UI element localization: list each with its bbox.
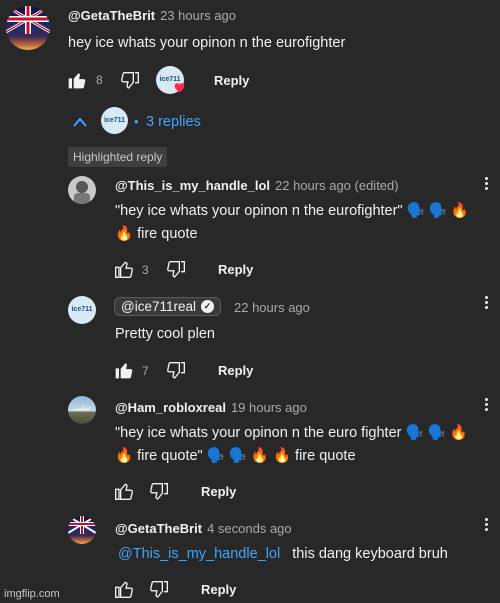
avatar-image — [72, 404, 92, 411]
reply-text: Pretty cool plen — [115, 326, 215, 342]
creator-handle-chip[interactable]: @ice711real ✓ — [114, 297, 221, 316]
avatar[interactable] — [68, 396, 96, 424]
reply-button[interactable]: Reply — [201, 582, 236, 597]
reply-text: this dang keyboard bruh — [292, 546, 448, 562]
replies-creator-avatar-label: ice711 — [103, 117, 126, 124]
reply-button[interactable]: Reply — [218, 262, 253, 277]
replies-creator-avatar: ice711 — [101, 107, 128, 134]
replies-dot: • — [134, 114, 139, 129]
reply-header: @Ham_robloxreal 19 hours ago — [115, 400, 307, 415]
comment-text: hey ice whats your opinon n the eurofigh… — [68, 35, 346, 51]
thumb-down-icon[interactable] — [149, 482, 169, 502]
thumb-down-icon[interactable] — [166, 260, 186, 280]
comment-author[interactable]: @GetaTheBrit — [68, 8, 155, 23]
reply-text-line: "hey ice whats your opinon n the eurofig… — [115, 203, 469, 219]
union-flag-image — [6, 6, 50, 34]
avatar-image — [74, 181, 90, 204]
reply-author[interactable]: @This_is_my_handle_lol — [115, 178, 270, 193]
reply-text-line: 🔥 fire quote" 🗣️ 🗣️ 🔥 🔥 fire quote — [115, 448, 356, 464]
reply-button[interactable]: Reply — [214, 73, 249, 88]
more-vert-icon[interactable] — [485, 175, 489, 192]
reply-author[interactable]: @Ham_robloxreal — [115, 400, 226, 415]
more-vert-icon[interactable] — [485, 516, 489, 533]
reply-author: @ice711real — [121, 299, 196, 314]
reply-header: @This_is_my_handle_lol 22 hours ago (edi… — [115, 178, 399, 193]
reply-author[interactable]: @GetaTheBrit — [115, 521, 202, 536]
reply-text-line: "hey ice whats your opinon n the euro fi… — [115, 425, 468, 441]
mention-link[interactable]: @This_is_my_handle_lol — [118, 546, 280, 562]
reply-button[interactable]: Reply — [218, 363, 253, 378]
thumb-up-icon[interactable] — [114, 579, 134, 599]
like-count: 8 — [96, 73, 103, 87]
replies-toggle-button[interactable]: 3 replies — [146, 114, 201, 130]
like-count: 3 — [142, 263, 149, 277]
thumb-down-icon[interactable] — [166, 361, 186, 381]
thumb-up-icon[interactable] — [67, 70, 87, 90]
watermark: imgflip.com — [4, 588, 60, 600]
thumb-down-icon[interactable] — [149, 580, 169, 600]
heart-icon — [174, 83, 185, 93]
more-vert-icon[interactable] — [485, 294, 489, 311]
reply-timestamp[interactable]: 22 hours ago (edited) — [275, 178, 399, 193]
avatar[interactable] — [68, 516, 96, 544]
avatar[interactable] — [68, 176, 96, 204]
reply-timestamp[interactable]: 19 hours ago — [231, 400, 307, 415]
avatar-label: ice711 — [71, 306, 93, 313]
comment-timestamp[interactable]: 23 hours ago — [160, 8, 236, 23]
thumb-up-icon[interactable] — [114, 481, 134, 501]
union-flag-image — [68, 516, 96, 534]
reply-header: @GetaTheBrit 4 seconds ago — [115, 521, 292, 536]
highlighted-reply-badge: Highlighted reply — [68, 147, 168, 167]
avatar[interactable]: ice711 — [68, 296, 96, 324]
like-count: 7 — [142, 364, 149, 378]
chevron-up-icon[interactable] — [72, 116, 88, 128]
comment-header: @GetaTheBrit 23 hours ago — [68, 8, 236, 23]
reply-text-row: @This_is_my_handle_lol this dang keyboar… — [118, 544, 448, 565]
reply-button[interactable]: Reply — [201, 484, 236, 499]
more-vert-icon[interactable] — [485, 396, 489, 413]
verified-check-icon: ✓ — [201, 300, 214, 313]
reply-text-line: 🔥 fire quote — [115, 226, 198, 242]
reply-timestamp[interactable]: 4 seconds ago — [207, 521, 292, 536]
thumb-up-icon[interactable] — [114, 360, 134, 380]
reply-timestamp[interactable]: 22 hours ago — [234, 300, 310, 315]
avatar[interactable] — [6, 6, 50, 50]
thumb-down-icon[interactable] — [120, 71, 140, 91]
thumb-up-icon[interactable] — [114, 259, 134, 279]
